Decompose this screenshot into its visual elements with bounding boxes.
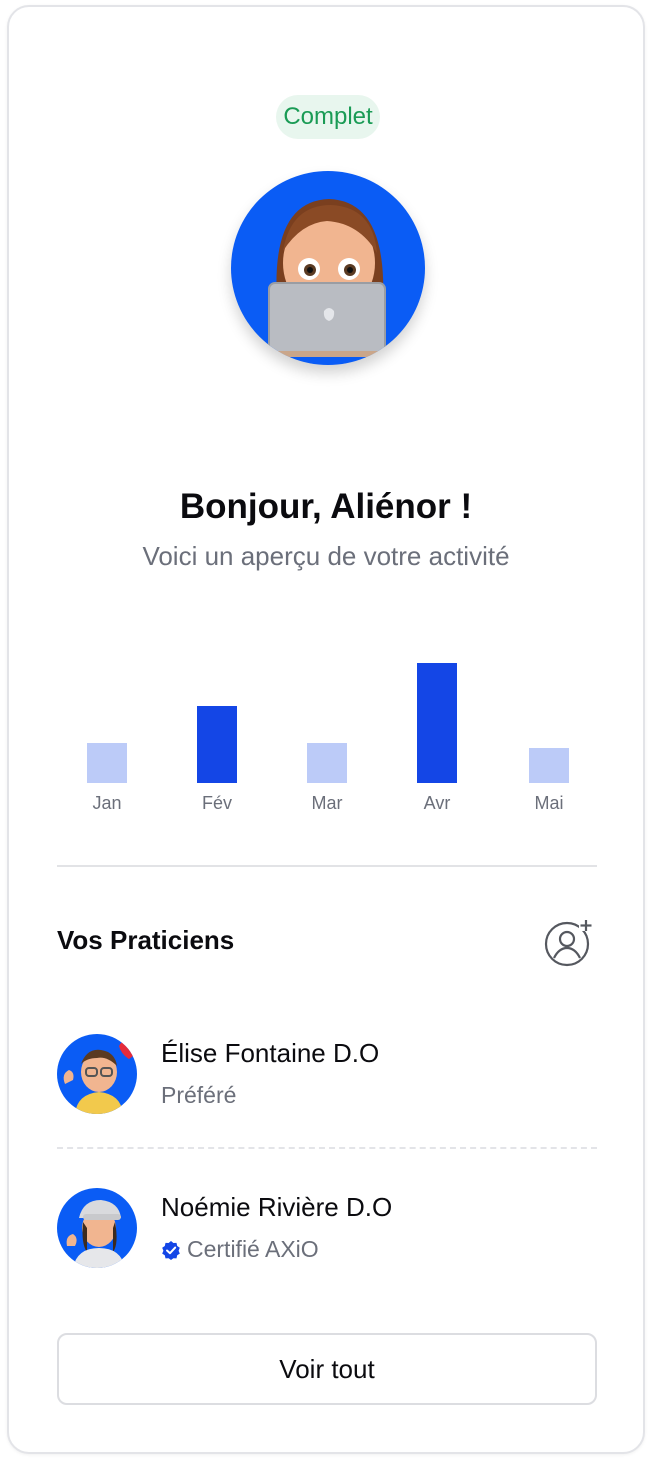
practitioner-name: Élise Fontaine D.O [161, 1038, 380, 1068]
practitioner-tag: Préféré [161, 1082, 236, 1109]
chart-bar-5 [529, 748, 569, 783]
user-memoji-icon [267, 199, 387, 357]
practitioner-tag-label: Certifié AXiO [187, 1236, 319, 1262]
chart-bar-1 [87, 743, 127, 783]
greeting-subtitle: Voici un aperçu de votre activité [142, 541, 510, 571]
practitioner-avatar [57, 1188, 137, 1268]
practitioner-name: Noémie Rivière D.O [161, 1192, 393, 1222]
chart-tick-label: Avr [423, 793, 451, 813]
practitioners-title: Vos Praticiens [57, 925, 235, 955]
practitioner-avatar [57, 1034, 137, 1114]
chart-tick-label: Mai [534, 793, 564, 813]
practitioner-item[interactable]: Élise Fontaine D.O Préféré [57, 1034, 597, 1134]
chart-bar-3 [307, 743, 347, 783]
row-divider [57, 1147, 597, 1149]
practitioner-tag-label: Préféré [161, 1082, 237, 1108]
practitioner-tag: Certifié AXiO [161, 1236, 319, 1263]
greeting-heading: Bonjour, Aliénor ! [179, 487, 473, 526]
practitioner-memoji-icon [66, 1200, 125, 1268]
user-avatar[interactable] [231, 171, 425, 365]
activity-chart: Jan Fév Mar Avr Mai [9, 607, 643, 827]
chart-bar-2 [197, 706, 237, 783]
see-all-button[interactable]: Voir tout [57, 1333, 597, 1405]
practitioner-memoji-icon [63, 1041, 137, 1114]
chart-bar-4 [417, 663, 457, 783]
chart-tick-label: Jan [92, 793, 122, 813]
activity-card: Complet Bonjour, Aliénor ! Voici un aper… [7, 5, 645, 1454]
practitioner-item[interactable]: Noémie Rivière D.O Certifié AXiO [57, 1188, 597, 1288]
add-user-icon [544, 919, 593, 967]
add-practitioner-button[interactable] [543, 917, 593, 967]
divider [57, 865, 597, 867]
chart-tick-label: Fév [201, 793, 232, 813]
verified-badge-icon [162, 1241, 180, 1260]
status-badge: Complet [276, 95, 380, 139]
chart-tick-label: Mar [311, 793, 343, 813]
